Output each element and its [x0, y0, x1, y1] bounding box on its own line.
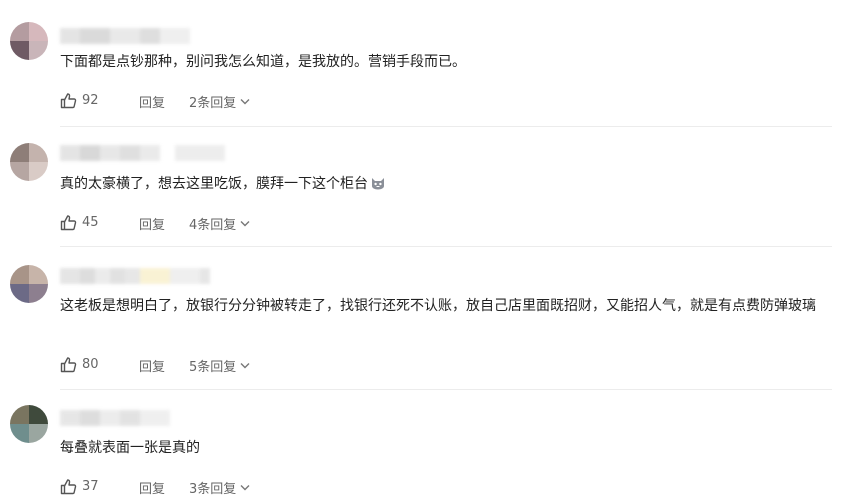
thumbs-up-icon: [60, 356, 77, 372]
view-replies-button[interactable]: 5条回复: [189, 356, 250, 375]
like-button[interactable]: 37: [60, 478, 99, 495]
like-button[interactable]: 80: [60, 356, 99, 373]
like-count: 92: [82, 92, 99, 108]
replies-count-label: 5条回复: [189, 360, 237, 375]
cat-face-emoji-icon: [370, 175, 386, 199]
comment-actions: 45 回复 4条回复: [60, 212, 250, 233]
avatar[interactable]: [10, 143, 48, 181]
comment-text: 这老板是想明白了，放银行分分钟被转走了，找银行还死不认账，放自己店里面既招财，又…: [60, 298, 816, 314]
chevron-down-icon: [240, 221, 250, 227]
username-blurred[interactable]: [60, 268, 210, 284]
reply-button[interactable]: 回复: [139, 478, 165, 497]
chevron-down-icon: [240, 363, 250, 369]
replies-count-label: 4条回复: [189, 218, 237, 233]
comment-text: 每叠就表面一张是真的: [60, 440, 200, 456]
username-blurred[interactable]: [60, 410, 170, 426]
thumbs-up-icon: [60, 214, 77, 230]
chevron-down-icon: [240, 99, 250, 105]
username-blurred[interactable]: [60, 28, 190, 44]
username-blurred[interactable]: [60, 145, 225, 161]
like-count: 80: [82, 356, 99, 372]
like-button[interactable]: 45: [60, 214, 99, 231]
avatar[interactable]: [10, 22, 48, 60]
divider: [60, 246, 832, 247]
reply-button[interactable]: 回复: [139, 92, 165, 111]
view-replies-button[interactable]: 3条回复: [189, 478, 250, 497]
replies-count-label: 3条回复: [189, 482, 237, 497]
comment-actions: 37 回复 3条回复: [60, 476, 250, 497]
like-count: 37: [82, 478, 99, 494]
chevron-down-icon: [240, 485, 250, 491]
thumbs-up-icon: [60, 478, 77, 494]
comment-actions: 80 回复 5条回复: [60, 354, 250, 375]
avatar[interactable]: [10, 265, 48, 303]
comment-text: 真的太豪横了，想去这里吃饭，膜拜一下这个柜台: [60, 172, 832, 199]
view-replies-button[interactable]: 2条回复: [189, 92, 250, 111]
like-count: 45: [82, 214, 99, 230]
comment-actions: 92 回复 2条回复: [60, 90, 250, 111]
reply-button[interactable]: 回复: [139, 214, 165, 233]
view-replies-button[interactable]: 4条回复: [189, 214, 250, 233]
divider: [60, 126, 832, 127]
avatar[interactable]: [10, 405, 48, 443]
reply-button[interactable]: 回复: [139, 356, 165, 375]
thumbs-up-icon: [60, 92, 77, 108]
divider: [60, 389, 832, 390]
like-button[interactable]: 92: [60, 92, 99, 109]
comment-text-body: 真的太豪横了，想去这里吃饭，膜拜一下这个柜台: [60, 176, 368, 192]
replies-count-label: 2条回复: [189, 96, 237, 111]
comment-text: 下面都是点钞那种，别问我怎么知道，是我放的。营销手段而已。: [60, 54, 466, 70]
